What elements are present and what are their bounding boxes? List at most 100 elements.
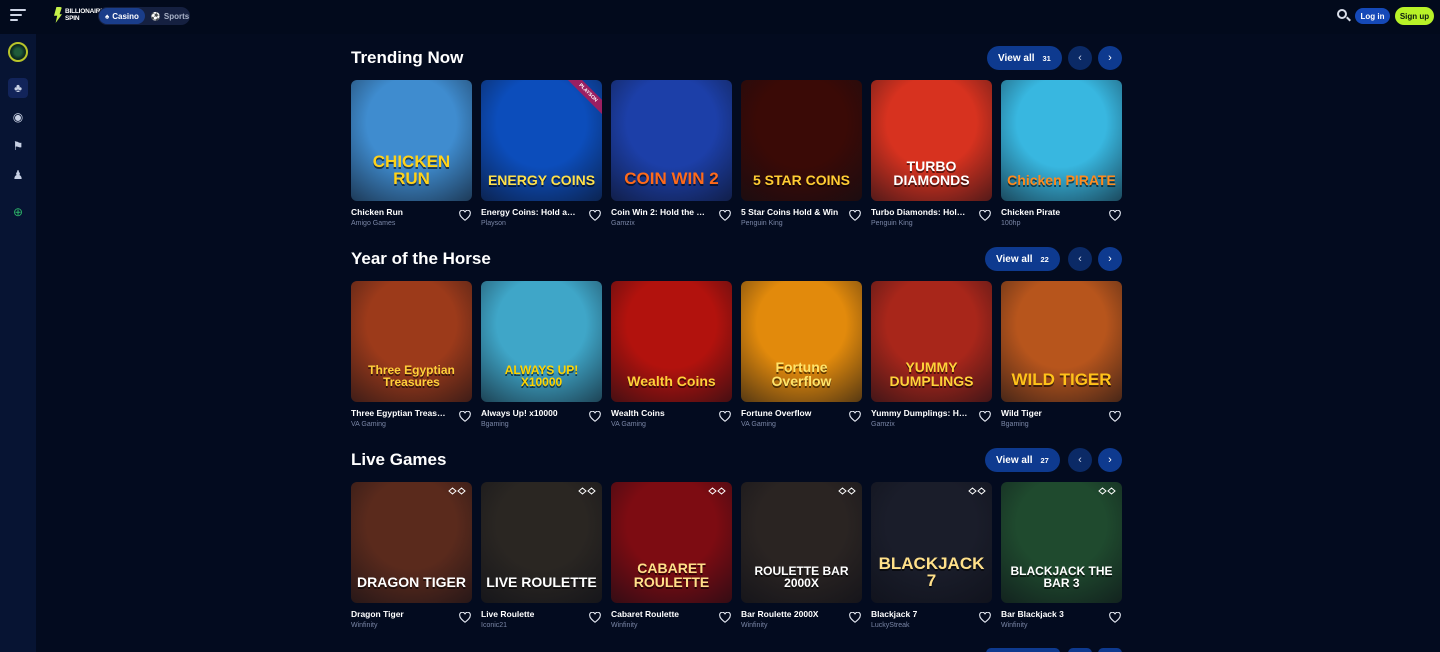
heart-icon[interactable] — [459, 411, 471, 422]
carousel-prev-button[interactable]: ‹ — [1068, 247, 1092, 271]
view-all-button[interactable]: View all 22 — [985, 247, 1060, 271]
signup-button[interactable]: Sign up — [1395, 7, 1434, 25]
game-card[interactable]: CHICKEN RUN Chicken Run Amigo Games — [351, 80, 472, 230]
bonus-badge-icon[interactable] — [8, 42, 28, 62]
game-title[interactable]: Dragon Tiger — [351, 609, 449, 619]
game-title[interactable]: Bar Roulette 2000X — [741, 609, 839, 619]
sports-flag-icon[interactable]: ⚑ — [8, 136, 28, 156]
game-title[interactable]: Cabaret Roulette — [611, 609, 709, 619]
game-thumbnail[interactable]: LIVE ROULETTE — [481, 482, 602, 603]
game-thumbnail[interactable]: COIN WIN 2 — [611, 80, 732, 201]
game-title[interactable]: Bar Blackjack 3 — [1001, 609, 1099, 619]
game-title[interactable]: Coin Win 2: Hold the Spin — [611, 207, 709, 217]
globe-icon[interactable]: ⊕ — [8, 202, 28, 222]
game-thumbnail[interactable]: WILD TIGER — [1001, 281, 1122, 402]
poker-player-icon[interactable]: ♟ — [8, 165, 28, 185]
game-card[interactable]: ROULETTE BAR 2000X Bar Roulette 2000X Winf… — [741, 482, 862, 632]
game-card[interactable]: ALWAYS UP! X10000 Always Up! x10000 Bgamin… — [481, 281, 602, 431]
site-logo[interactable]: BILLIONAIRE SPIN — [54, 7, 105, 23]
game-thumbnail[interactable]: TURBO DIAMONDS — [871, 80, 992, 201]
game-thumbnail[interactable]: CABARET ROULETTE — [611, 482, 732, 603]
game-title[interactable]: 5 Star Coins Hold & Win — [741, 207, 839, 217]
game-card[interactable]: BLACKJACK 7 Blackjack 7 LuckyStreak — [871, 482, 992, 632]
game-thumbnail[interactable]: YUMMY DUMPLINGS — [871, 281, 992, 402]
heart-icon[interactable] — [719, 612, 731, 623]
game-card[interactable]: Wealth Coins Wealth Coins VA Gaming — [611, 281, 732, 431]
game-thumbnail[interactable]: Three Egyptian Treasures — [351, 281, 472, 402]
heart-icon[interactable] — [849, 612, 861, 623]
heart-icon[interactable] — [1109, 612, 1121, 623]
game-card[interactable]: TURBO DIAMONDS Turbo Diamonds: Hold & ...… — [871, 80, 992, 230]
game-title[interactable]: Always Up! x10000 — [481, 408, 579, 418]
menu-icon[interactable] — [10, 9, 26, 23]
heart-icon[interactable] — [849, 411, 861, 422]
game-card[interactable]: CABARET ROULETTE Cabaret Roulette Winfinit… — [611, 482, 732, 632]
game-thumbnail[interactable]: DRAGON TIGER — [351, 482, 472, 603]
game-art-title: COIN WIN 2 — [624, 169, 719, 188]
view-all-button[interactable]: View all 31 — [987, 46, 1062, 70]
game-title[interactable]: Live Roulette — [481, 609, 579, 619]
game-card[interactable]: DRAGON TIGER Dragon Tiger Winfinity — [351, 482, 472, 632]
game-card[interactable]: Three Egyptian Treasures Three Egyptian T… — [351, 281, 472, 431]
casino-tab[interactable]: ♠ Casino — [99, 8, 145, 24]
game-card[interactable]: WILD TIGER Wild Tiger Bgaming — [1001, 281, 1122, 431]
game-card[interactable]: ENERGY COINS PLAYSON Energy Coins: Hold an… — [481, 80, 602, 230]
game-title[interactable]: Blackjack 7 — [871, 609, 969, 619]
live-broadcast-icon[interactable]: ◉ — [8, 107, 28, 127]
carousel-next-button[interactable]: › — [1098, 247, 1122, 271]
game-thumbnail[interactable]: BLACKJACK 7 — [871, 482, 992, 603]
game-card[interactable]: 5 STAR COINS 5 Star Coins Hold & Win Pengu… — [741, 80, 862, 230]
view-all-button[interactable]: View all 27 — [985, 448, 1060, 472]
game-title[interactable]: Fortune Overflow — [741, 408, 839, 418]
game-thumbnail[interactable]: Wealth Coins — [611, 281, 732, 402]
carousel-prev-button[interactable]: ‹ — [1068, 448, 1092, 472]
heart-icon[interactable] — [1109, 411, 1121, 422]
game-provider: Winfinity — [611, 622, 638, 629]
heart-icon[interactable] — [1109, 210, 1121, 221]
game-title[interactable]: Energy Coins: Hold and ... — [481, 207, 579, 217]
game-title[interactable]: Wild Tiger — [1001, 408, 1099, 418]
game-thumbnail[interactable]: BLACKJACK THE BAR 3 — [1001, 482, 1122, 603]
game-card[interactable]: COIN WIN 2 Coin Win 2: Hold the Spin Gamzi… — [611, 80, 732, 230]
game-card[interactable]: Fortune Overflow Fortune Overflow VA Gamin… — [741, 281, 862, 431]
game-title[interactable]: Wealth Coins — [611, 408, 709, 418]
game-thumbnail[interactable]: CHICKEN RUN — [351, 80, 472, 201]
next-section-prev-peek[interactable] — [1068, 648, 1092, 652]
game-title[interactable]: Yummy Dumplings: Hol... — [871, 408, 969, 418]
login-button[interactable]: Log in — [1355, 8, 1390, 24]
heart-icon[interactable] — [589, 210, 601, 221]
heart-icon[interactable] — [589, 612, 601, 623]
heart-icon[interactable] — [459, 612, 471, 623]
game-title[interactable]: Chicken Run — [351, 207, 449, 217]
heart-icon[interactable] — [719, 411, 731, 422]
game-thumbnail[interactable]: ROULETTE BAR 2000X — [741, 482, 862, 603]
casino-chip-icon[interactable]: ♣ — [8, 78, 28, 98]
heart-icon[interactable] — [589, 411, 601, 422]
game-card[interactable]: LIVE ROULETTE Live Roulette Iconic21 — [481, 482, 602, 632]
carousel-next-button[interactable]: › — [1098, 448, 1122, 472]
game-thumbnail[interactable]: ALWAYS UP! X10000 — [481, 281, 602, 402]
game-provider: Winfinity — [1001, 622, 1028, 629]
game-title[interactable]: Three Egyptian Treasures — [351, 408, 449, 418]
heart-icon[interactable] — [979, 210, 991, 221]
heart-icon[interactable] — [979, 612, 991, 623]
heart-icon[interactable] — [979, 411, 991, 422]
game-title[interactable]: Chicken Pirate — [1001, 207, 1099, 217]
sports-tab[interactable]: ⚽ Sports — [145, 8, 195, 24]
next-section-next-peek[interactable] — [1098, 648, 1122, 652]
game-thumbnail[interactable]: Chicken PIRATE — [1001, 80, 1122, 201]
heart-icon[interactable] — [719, 210, 731, 221]
game-thumbnail[interactable]: Fortune Overflow — [741, 281, 862, 402]
search-icon[interactable] — [1336, 8, 1351, 22]
carousel-next-button[interactable]: › — [1098, 46, 1122, 70]
game-card[interactable]: Chicken PIRATE Chicken Pirate 100hp — [1001, 80, 1122, 230]
carousel-prev-button[interactable]: ‹ — [1068, 46, 1092, 70]
game-title[interactable]: Turbo Diamonds: Hold & ... — [871, 207, 969, 217]
next-section-view-all-peek[interactable] — [986, 648, 1060, 652]
heart-icon[interactable] — [459, 210, 471, 221]
game-card[interactable]: YUMMY DUMPLINGS Yummy Dumplings: Hol... Ga… — [871, 281, 992, 431]
heart-icon[interactable] — [849, 210, 861, 221]
game-thumbnail[interactable]: 5 STAR COINS — [741, 80, 862, 201]
game-card[interactable]: BLACKJACK THE BAR 3 Bar Blackjack 3 Winfin… — [1001, 482, 1122, 632]
game-thumbnail[interactable]: ENERGY COINS PLAYSON — [481, 80, 602, 201]
